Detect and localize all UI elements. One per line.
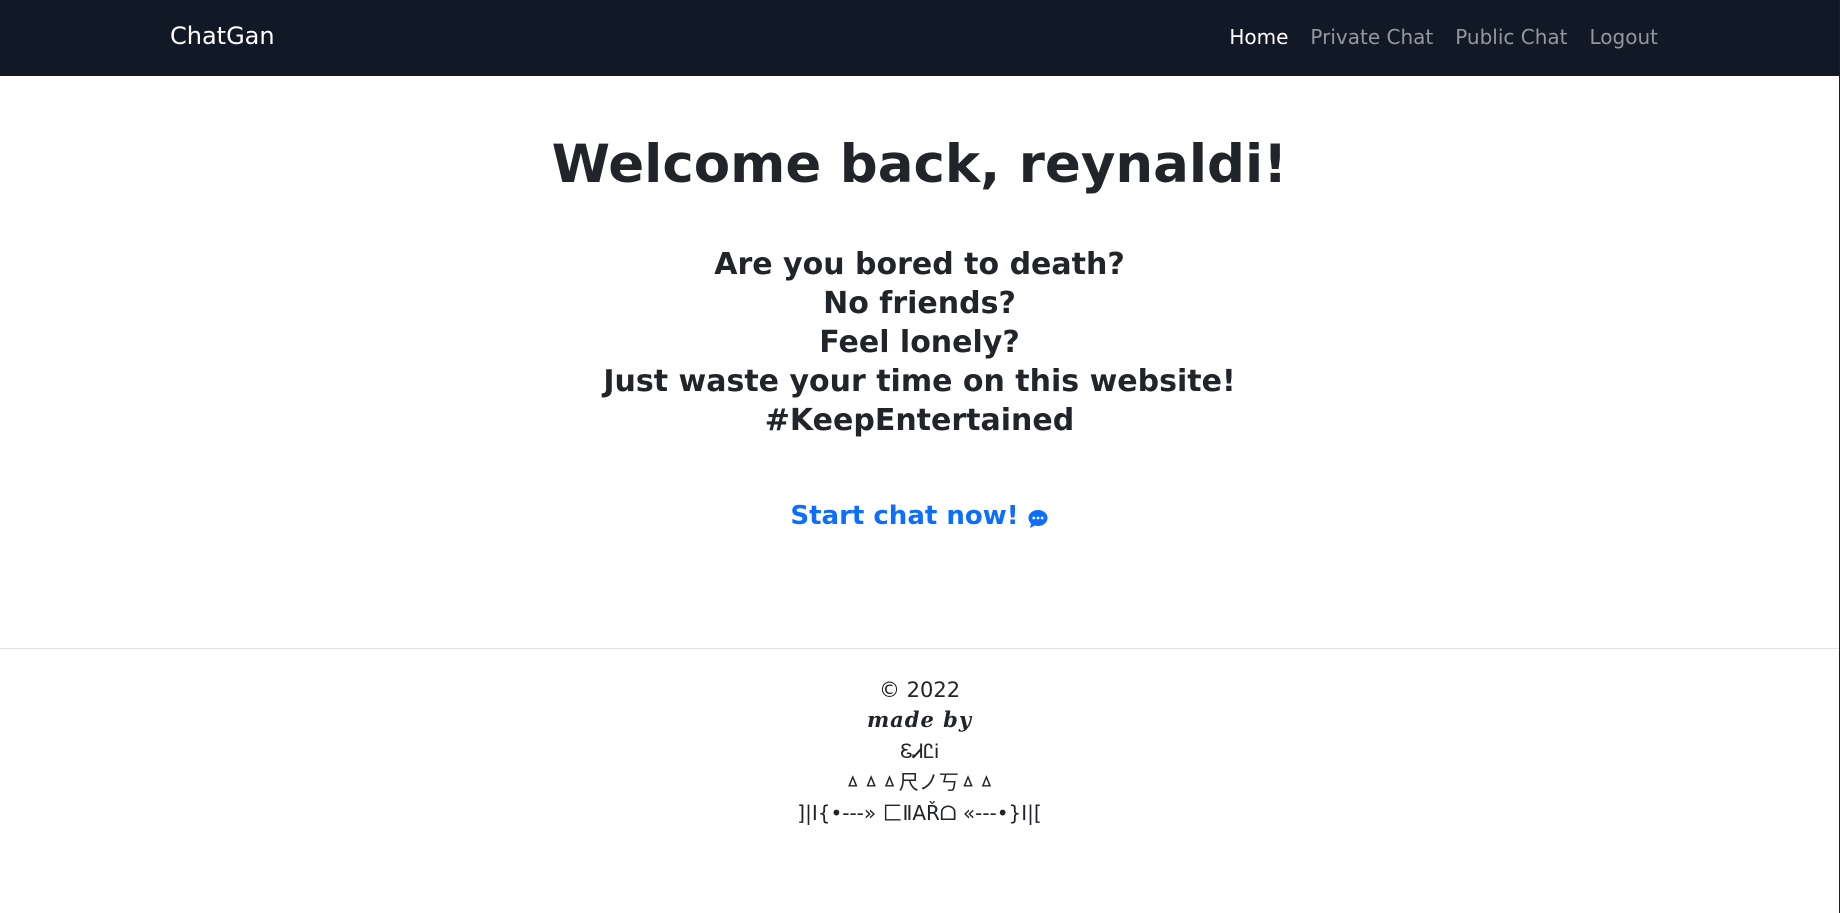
welcome-heading: Welcome back, reynaldi! bbox=[551, 134, 1288, 195]
author-name-line-2: ㅿㅿㅿ尺ノ丂ㅿㅿ bbox=[843, 770, 996, 794]
nav-link-home[interactable]: Home bbox=[1229, 25, 1288, 49]
main-content: Welcome back, reynaldi! Are you bored to… bbox=[0, 76, 1839, 531]
pitch-line: Feel lonely? bbox=[819, 324, 1020, 360]
nav-link-logout[interactable]: Logout bbox=[1590, 25, 1658, 49]
navbar: ChatGan Home Private Chat Public Chat Lo… bbox=[0, 0, 1839, 76]
chat-bubble-icon bbox=[1027, 507, 1049, 529]
pitch-line: #KeepEntertained bbox=[764, 402, 1075, 438]
start-chat-label: Start chat now! bbox=[790, 500, 1019, 531]
author-name-line-1: ᏋᏗᏝᎥ bbox=[900, 739, 939, 763]
pitch-line: Are you bored to death? bbox=[714, 246, 1125, 282]
brand-logo-link[interactable]: ChatGan bbox=[170, 22, 275, 50]
page: ChatGan Home Private Chat Public Chat Lo… bbox=[0, 0, 1840, 913]
footer: © 2022 made by ᏋᏗᏝᎥ ㅿㅿㅿ尺ノ丂ㅿㅿ ]|I{•---» 匚… bbox=[0, 648, 1839, 829]
pitch-line: Just waste your time on this website! bbox=[603, 363, 1236, 399]
nav-link-public-chat[interactable]: Public Chat bbox=[1455, 25, 1567, 49]
made-by-text: made by bbox=[866, 707, 973, 732]
start-chat-link[interactable]: Start chat now! bbox=[790, 501, 1048, 531]
nav-links: Home Private Chat Public Chat Logout bbox=[1229, 25, 1658, 49]
pitch-line: No friends? bbox=[823, 285, 1016, 321]
pitch-text: Are you bored to death? No friends? Feel… bbox=[0, 245, 1839, 440]
copyright-text: © 2022 bbox=[878, 678, 961, 702]
nav-link-private-chat[interactable]: Private Chat bbox=[1310, 25, 1433, 49]
author-name-line-3: ]|I{•---» 匚ⅡAŘᗝ «---•}I|[ bbox=[797, 801, 1042, 825]
